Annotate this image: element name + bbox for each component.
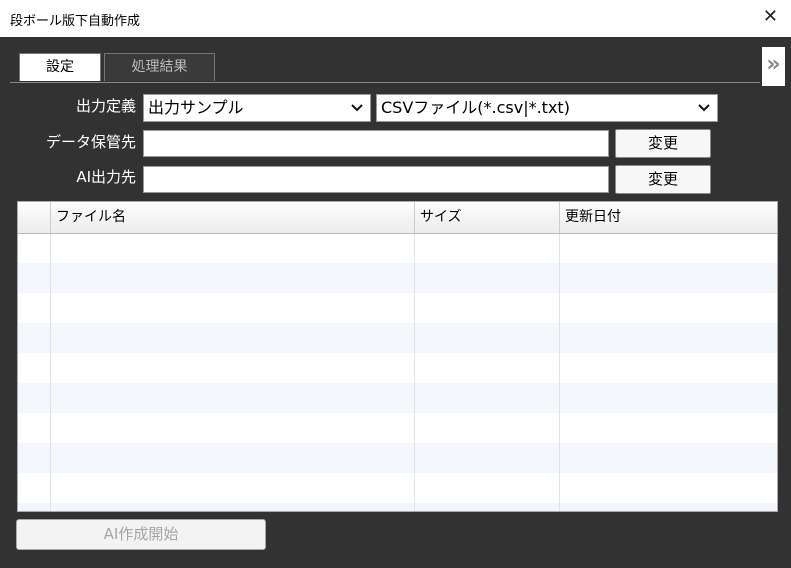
column-header-filename[interactable]: ファイル名	[50, 202, 415, 233]
tab-results[interactable]: 処理結果	[104, 53, 215, 81]
close-icon[interactable]: ✕	[763, 7, 778, 27]
row-header-corner	[18, 202, 51, 233]
file-type-value: CSVファイル(*.csv|*.txt)	[381, 98, 570, 117]
ai-output-label: AI出力先	[76, 168, 136, 186]
table-header: ファイル名 サイズ 更新日付	[18, 202, 777, 234]
file-table[interactable]: ファイル名 サイズ 更新日付	[17, 201, 778, 512]
expand-panel-icon[interactable]: »	[762, 47, 785, 86]
title-bar: 段ボール版下自動作成 ✕	[0, 0, 791, 37]
table-row[interactable]	[18, 383, 777, 413]
table-row[interactable]	[18, 443, 777, 473]
ai-start-button[interactable]: AI作成開始	[16, 519, 266, 550]
table-row[interactable]	[18, 323, 777, 353]
data-store-field[interactable]	[143, 130, 609, 157]
file-type-select[interactable]: CSVファイル(*.csv|*.txt)	[376, 94, 718, 122]
ai-output-change-button[interactable]: 変更	[615, 165, 711, 194]
data-store-change-button[interactable]: 変更	[615, 129, 711, 158]
output-def-label: 出力定義	[75, 97, 136, 115]
chevron-down-icon	[351, 104, 363, 112]
column-divider	[414, 233, 415, 511]
tab-settings[interactable]: 設定	[19, 53, 101, 81]
output-def-select[interactable]: 出力サンプル	[143, 94, 371, 122]
tab-divider	[10, 82, 760, 83]
output-def-value: 出力サンプル	[148, 98, 244, 117]
column-header-size[interactable]: サイズ	[414, 202, 560, 233]
chevron-down-icon	[698, 104, 710, 112]
column-divider	[559, 233, 560, 511]
table-row[interactable]	[18, 503, 777, 511]
column-divider	[50, 233, 51, 511]
ai-output-field[interactable]	[143, 166, 609, 193]
column-header-date[interactable]: 更新日付	[559, 202, 777, 233]
data-store-label: データ保管先	[45, 133, 136, 151]
window-title: 段ボール版下自動作成	[10, 14, 141, 29]
table-row[interactable]	[18, 263, 777, 293]
